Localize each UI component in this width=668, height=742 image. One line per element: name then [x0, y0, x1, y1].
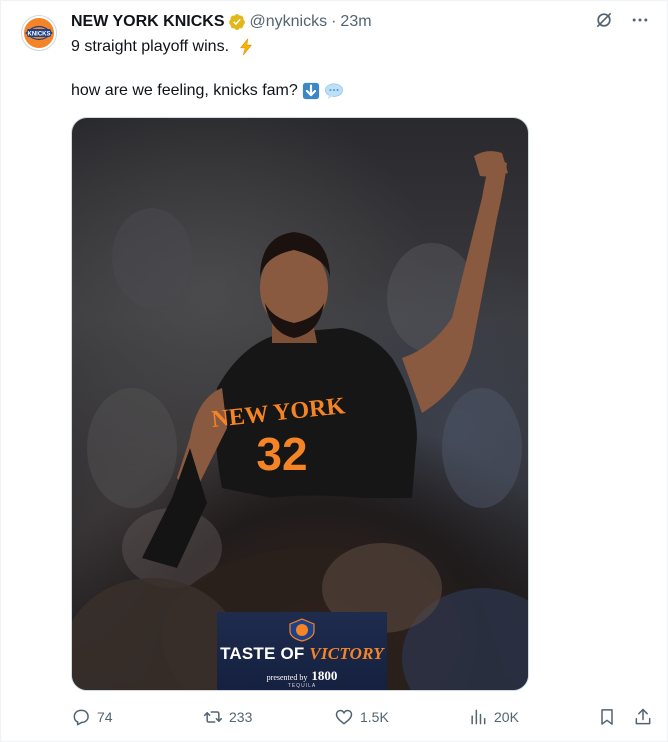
speech-balloon-emoji-icon	[324, 82, 344, 100]
sponsor-name: 1800	[311, 668, 338, 683]
tweet-line-2: how are we feeling, knicks fam?	[71, 81, 631, 101]
tweet-header: NEW YORK KNICKS @nyknicks · 23m	[71, 11, 372, 33]
repost-icon	[203, 711, 223, 723]
player-photo-image: NEW YORK 32	[72, 151, 528, 690]
svg-text:KNICKS: KNICKS	[27, 32, 50, 38]
jersey-number: 32	[256, 428, 307, 480]
knicks-logo-icon	[289, 618, 315, 642]
tweet-line-2-text: how are we feeling, knicks fam?	[71, 82, 298, 99]
bookmark-icon	[601, 709, 613, 725]
heart-icon	[335, 709, 353, 725]
grok-icon[interactable]	[593, 9, 615, 31]
reply-icon	[73, 709, 89, 726]
avatar[interactable]: KNICKS	[21, 15, 57, 51]
taste-of-victory-banner: TASTE OF VICTORY presented by 1800 TEQUI…	[217, 612, 387, 690]
reply-button[interactable]: 74	[71, 705, 113, 729]
reply-count: 74	[97, 709, 113, 725]
verified-badge-icon[interactable]	[228, 13, 246, 31]
views-button[interactable]: 20K	[468, 705, 519, 729]
down-arrow-emoji-icon	[302, 82, 320, 100]
presented-by-label: presented by	[266, 673, 308, 682]
tweet-line-1-text: 9 straight playoff wins.	[71, 38, 230, 55]
tweet-line-1: 9 straight playoff wins.	[71, 37, 631, 57]
banner-title-b: VICTORY	[309, 644, 384, 663]
knicks-logo-icon: KNICKS	[24, 18, 54, 48]
timestamp[interactable]: 23m	[340, 13, 371, 31]
bookmark-button[interactable]	[597, 705, 617, 729]
share-button[interactable]	[633, 705, 653, 729]
tweet-photo[interactable]: NEW YORK 32 TASTE OF VICTORY presented b…	[71, 117, 529, 691]
repost-count: 233	[229, 709, 253, 725]
banner-title: TASTE OF VICTORY	[217, 644, 387, 664]
separator-dot: ·	[331, 13, 337, 30]
tweet-actions-bar: 74 233 1.5K 20K	[71, 705, 657, 729]
account-name[interactable]: NEW YORK KNICKS	[71, 13, 225, 31]
tweet-card[interactable]: KNICKS NEW YORK KNICKS @nyknicks · 23m 9…	[0, 0, 668, 742]
tweet-top-actions	[593, 9, 651, 31]
views-chart-icon	[471, 709, 486, 725]
like-button[interactable]: 1.5K	[334, 705, 389, 729]
account-handle[interactable]: @nyknicks	[250, 13, 328, 31]
share-icon	[635, 708, 651, 725]
tweet-text: 9 straight playoff wins. how are we feel…	[71, 37, 631, 101]
views-count: 20K	[494, 709, 519, 725]
more-options-icon[interactable]	[629, 9, 651, 31]
repost-button[interactable]: 233	[203, 705, 252, 729]
like-count: 1.5K	[360, 709, 389, 725]
high-voltage-emoji-icon	[237, 37, 255, 56]
sponsor-sub: TEQUILA	[287, 683, 317, 689]
banner-title-a: TASTE OF	[220, 644, 310, 663]
banner-presented-by: presented by 1800	[217, 668, 387, 684]
